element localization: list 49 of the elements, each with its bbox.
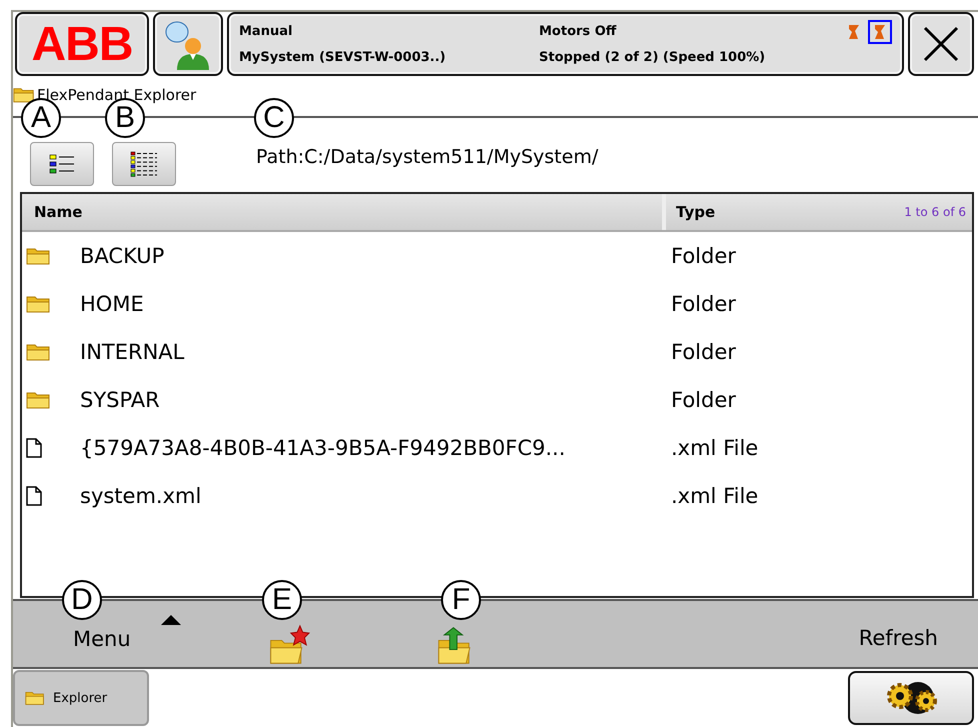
column-header[interactable]: Type	[666, 203, 904, 221]
file-row[interactable]: BACKUP Folder	[22, 232, 972, 280]
close-icon	[921, 24, 961, 64]
folder-icon	[25, 690, 45, 706]
info-button[interactable]	[153, 12, 223, 76]
file-name: system.xml	[80, 484, 202, 508]
list-view-button[interactable]	[30, 142, 94, 186]
status-panel[interactable]: Manual MySystem (SEVST-W-0003..) Motors Off Stopped (2 of 2) (Speed 100%)	[227, 12, 904, 76]
caret-icon	[160, 615, 181, 625]
file-type: Folder	[671, 388, 736, 412]
mode-label: Manual	[239, 24, 294, 38]
explorer-task-button[interactable]: Explorer	[13, 670, 149, 726]
details-view-button[interactable]	[112, 142, 176, 186]
file-name: SYSPAR	[80, 388, 161, 412]
folder-icon	[26, 342, 51, 362]
file-name: BACKUP	[80, 244, 166, 268]
file-row[interactable]: {579A73A8-4B0B-41A3-9B5A-F9492BB0FC9... .xml File	[22, 424, 972, 472]
file-type: Folder	[671, 292, 736, 316]
file-type: .xml File	[671, 436, 758, 460]
refresh-button[interactable]: Refresh	[858, 626, 938, 650]
file-row[interactable]: INTERNAL Folder	[22, 328, 972, 376]
file-type: Folder	[671, 244, 736, 268]
callout-label: F	[441, 580, 481, 620]
motors-label: Motors Off	[539, 24, 618, 38]
callout-label: C	[254, 98, 294, 138]
callout-label: D	[62, 580, 102, 620]
folder-icon	[26, 390, 51, 410]
quickset-button[interactable]	[848, 671, 974, 725]
column-header[interactable]: Name	[22, 194, 666, 230]
file-row[interactable]: SYSPAR Folder	[22, 376, 972, 424]
close-button[interactable]	[908, 12, 974, 76]
file-type: Folder	[671, 340, 736, 364]
callout-label: E	[262, 580, 302, 620]
folder-icon	[26, 246, 51, 266]
document-icon	[26, 486, 42, 506]
document-icon	[26, 438, 42, 458]
file-name: INTERNAL	[80, 340, 186, 364]
path-label: Path:C:/Data/system511/MySystem/	[256, 146, 598, 168]
system-label: MySystem (SEVST-W-0003..)	[239, 50, 447, 64]
folder-icon	[13, 86, 35, 104]
state-label: Stopped (2 of 2) (Speed 100%)	[539, 50, 766, 64]
item-count: 1 to 6 of 6	[904, 205, 967, 219]
file-row[interactable]: HOME Folder	[22, 280, 972, 328]
menu-button[interactable]: Menu	[73, 627, 131, 651]
folder-icon	[26, 294, 51, 314]
file-name: {579A73A8-4B0B-41A3-9B5A-F9492BB0FC9...	[80, 436, 566, 460]
file-row[interactable]: system.xml .xml File	[22, 472, 972, 520]
file-type: .xml File	[671, 484, 758, 508]
file-name: HOME	[80, 292, 145, 316]
